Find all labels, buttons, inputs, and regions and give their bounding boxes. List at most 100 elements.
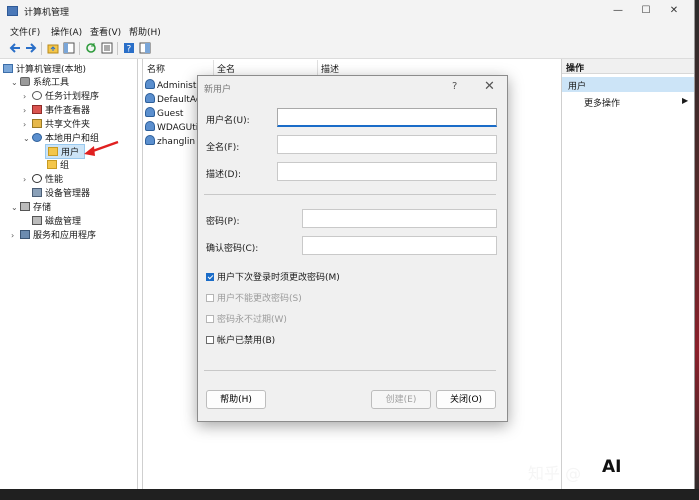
column-separator[interactable] — [213, 60, 214, 75]
close-window-button[interactable]: ✕ — [666, 4, 682, 18]
column-header-description[interactable]: 描述 — [321, 62, 339, 75]
title-bar[interactable]: 计算机管理 — ☐ ✕ — [0, 0, 694, 22]
svg-text:?: ? — [127, 45, 132, 55]
watermark-text: 知乎 @ — [528, 464, 582, 483]
toolbar: ? — [0, 39, 694, 59]
checkbox-icon[interactable] — [206, 294, 214, 302]
fullname-label: 全名(F): — [206, 143, 240, 153]
tree-storage[interactable]: ⌄ 存储 — [11, 200, 51, 213]
refresh-icon[interactable] — [85, 42, 97, 54]
list-item[interactable]: WDAGUti — [145, 121, 198, 134]
user-icon — [145, 79, 155, 89]
new-user-dialog: 新用户 ? ✕ 用户名(U): 全名(F): 描述(D): 密码(P): 确认密… — [197, 75, 508, 422]
performance-icon — [32, 174, 42, 183]
tree-device-manager[interactable]: 设备管理器 — [32, 186, 90, 199]
description-label: 描述(D): — [206, 170, 241, 180]
disk-icon — [32, 216, 42, 225]
help-icon[interactable]: ? — [123, 42, 135, 54]
computer-icon — [3, 64, 13, 73]
chevron-down-icon[interactable]: ⌄ — [11, 78, 20, 87]
user-icon — [145, 121, 155, 131]
list-item[interactable]: Administr — [145, 79, 200, 92]
forward-arrow-icon[interactable] — [25, 42, 37, 54]
divider — [204, 370, 496, 371]
tree-disk-management[interactable]: 磁盘管理 — [32, 214, 81, 227]
checkbox-icon[interactable] — [206, 315, 214, 323]
properties-pane-icon[interactable] — [139, 42, 151, 54]
chevron-down-icon[interactable]: ⌄ — [23, 134, 32, 143]
tree-shared-folders[interactable]: › 共享文件夹 — [23, 117, 90, 130]
user-icon — [145, 135, 155, 145]
menu-help[interactable]: 帮助(H) — [129, 25, 161, 38]
services-icon — [20, 230, 30, 239]
password-label: 密码(P): — [206, 217, 240, 227]
toolbar-separator — [79, 42, 80, 55]
username-input[interactable] — [277, 108, 497, 127]
column-header-fullname[interactable]: 全名 — [217, 62, 235, 75]
user-icon — [145, 107, 155, 117]
storage-icon — [20, 202, 30, 211]
tools-icon — [20, 77, 30, 86]
up-folder-icon[interactable] — [47, 42, 59, 54]
users-group-icon — [32, 133, 42, 142]
chevron-right-icon[interactable]: › — [11, 231, 20, 240]
export-list-icon[interactable] — [101, 42, 113, 54]
menu-action[interactable]: 操作(A) — [51, 25, 82, 38]
chevron-right-icon[interactable]: › — [23, 92, 32, 101]
clock-icon — [32, 91, 42, 100]
taskbar — [0, 489, 699, 500]
minimize-button[interactable]: — — [610, 4, 626, 18]
toolbar-separator — [117, 42, 118, 55]
close-button[interactable]: 关闭(O) — [436, 390, 496, 409]
more-actions-link[interactable]: 更多操作 — [584, 96, 620, 109]
confirm-password-input[interactable] — [302, 236, 497, 255]
annotation-arrow-icon — [84, 140, 119, 156]
show-hide-tree-icon[interactable] — [63, 42, 75, 54]
help-button[interactable]: 帮助(H) — [206, 390, 266, 409]
password-input[interactable] — [302, 209, 497, 228]
watermark-logo: AI — [596, 454, 642, 488]
window-title: 计算机管理 — [24, 8, 70, 18]
action-pane: 操作 用户 更多操作 ▶ — [562, 59, 694, 489]
chevron-right-icon[interactable]: › — [23, 106, 32, 115]
tree-root[interactable]: 计算机管理(本地) — [3, 62, 86, 75]
chevron-down-icon[interactable]: ⌄ — [11, 203, 20, 212]
tree-event-viewer[interactable]: › 事件查看器 — [23, 103, 90, 116]
folder-icon — [48, 147, 58, 156]
fullname-input[interactable] — [277, 135, 497, 154]
chevron-right-icon[interactable]: › — [23, 175, 32, 184]
list-item[interactable]: zhanglin — [145, 135, 195, 148]
chevron-right-icon[interactable]: › — [23, 120, 32, 129]
tree-task-scheduler[interactable]: › 任务计划程序 — [23, 89, 99, 102]
back-arrow-icon[interactable] — [9, 42, 21, 54]
list-item[interactable]: DefaultAc — [145, 93, 201, 106]
console-tree: 计算机管理(本地) ⌄ 系统工具 › 任务计划程序 › 事件查看器 › 共享文件夹 ⌄ 本… — [1, 59, 138, 489]
description-input[interactable] — [277, 162, 497, 181]
menu-view[interactable]: 查看(V) — [90, 25, 121, 38]
list-item[interactable]: Guest — [145, 107, 183, 120]
computer-management-icon — [7, 6, 18, 16]
checkbox-icon[interactable] — [206, 336, 214, 344]
column-separator[interactable] — [317, 60, 318, 75]
action-section-users[interactable]: 用户 — [562, 77, 694, 92]
user-icon — [145, 93, 155, 103]
dialog-help-button[interactable]: ? — [452, 81, 457, 92]
menu-file[interactable]: 文件(F) — [10, 25, 40, 38]
event-log-icon — [32, 105, 42, 114]
tree-groups[interactable]: 组 — [47, 158, 69, 171]
dialog-close-button[interactable]: ✕ — [484, 79, 495, 94]
checkbox-checked-icon[interactable] — [206, 273, 214, 281]
tree-users[interactable]: 用户 — [45, 144, 85, 159]
must-change-password-checkbox[interactable]: 用户下次登录时须更改密码(M) — [206, 270, 340, 283]
cannot-change-password-checkbox[interactable]: 用户不能更改密码(S) — [206, 291, 302, 304]
confirm-password-label: 确认密码(C): — [206, 244, 259, 254]
tree-system-tools[interactable]: ⌄ 系统工具 — [11, 75, 69, 88]
maximize-button[interactable]: ☐ — [638, 4, 654, 18]
column-header-name[interactable]: 名称 — [147, 62, 165, 75]
password-never-expires-checkbox[interactable]: 密码永不过期(W) — [206, 312, 287, 325]
tree-performance[interactable]: › 性能 — [23, 172, 63, 185]
create-button[interactable]: 创建(E) — [371, 390, 431, 409]
account-disabled-checkbox[interactable]: 帐户已禁用(B) — [206, 333, 275, 346]
tree-services-apps[interactable]: › 服务和应用程序 — [11, 228, 96, 241]
username-label: 用户名(U): — [206, 116, 250, 126]
